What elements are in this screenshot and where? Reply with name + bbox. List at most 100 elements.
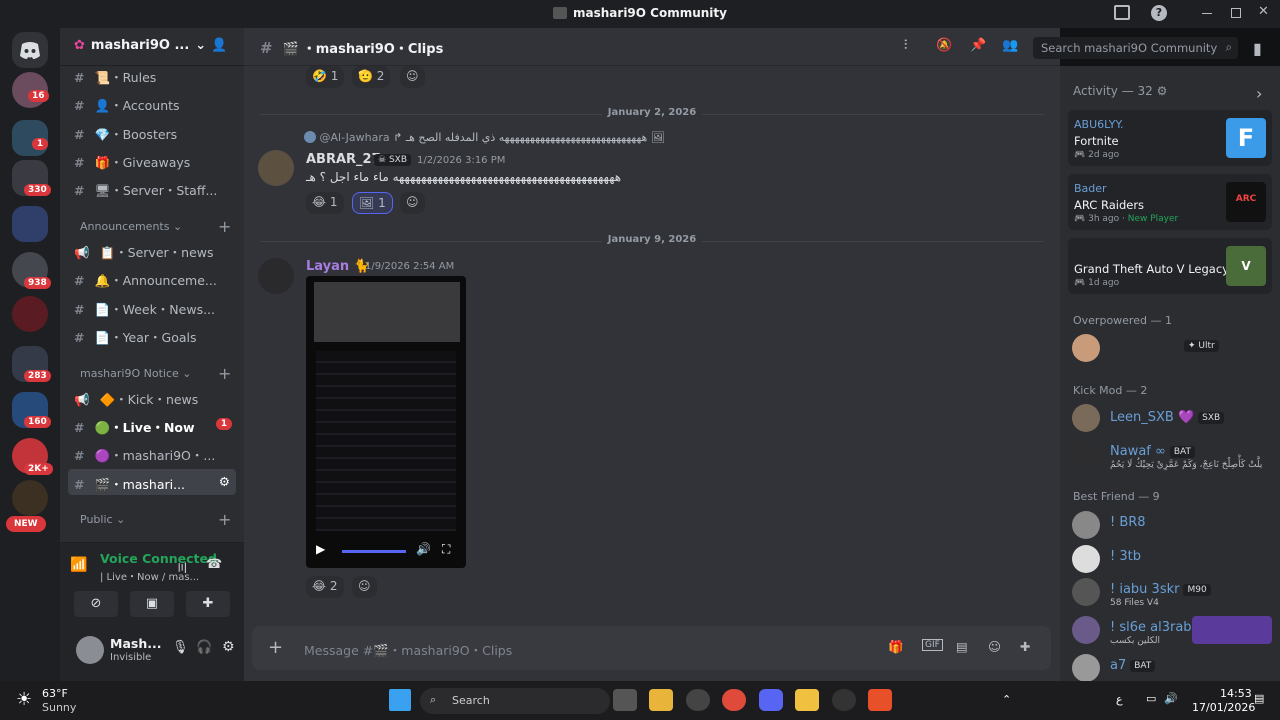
add-reaction-button[interactable]: ☺ [400,66,425,88]
channel-server-staff[interactable]: # 🖥・Server・Staff... [68,175,236,201]
member-item[interactable]: ! 3tb [1072,543,1272,575]
channel-announcements[interactable]: # 🔔・Announceme... [68,265,236,291]
reaction[interactable]: 😂 2 [306,576,344,598]
activities-button[interactable]: ✚ [186,591,230,617]
video-progress[interactable] [342,550,406,553]
channel-giveaways[interactable]: # 🎁・Giveaways [68,147,236,173]
taskbar-search[interactable]: ⌕ Search [420,688,610,714]
maximize-icon[interactable] [1231,8,1241,18]
message-author[interactable]: ABRAR_27 [306,152,381,167]
wifi-icon[interactable]: ▭ [1146,692,1156,705]
channel-mashari-notice[interactable]: # 🟣・mashari9O・... [68,440,236,466]
activity-card[interactable]: Bader ARC Raiders 🎮 3h ago · New Player … [1068,174,1272,230]
headphones-icon[interactable]: 🎧 [196,640,212,655]
invite-icon[interactable]: 👤 [211,38,227,53]
pin-icon[interactable]: 📌 [970,38,986,53]
member-item[interactable]: a7 BAT [1072,652,1272,681]
guild-tag[interactable]: ☠ SXB [374,154,412,166]
avatar[interactable] [258,150,294,186]
play-icon[interactable]: ▶ [316,542,325,556]
weather-icon[interactable]: ☀ [16,689,32,710]
chevron-right-icon[interactable]: › [1256,84,1262,103]
reaction[interactable]: 🫡 2 [352,66,391,88]
activity-card[interactable]: Grand Theft Auto V Legacy 🎮 1d ago V [1068,238,1272,294]
member-list-icon[interactable]: 👥 [1002,38,1018,53]
server-folder-icon[interactable] [12,206,48,242]
fullscreen-icon[interactable]: ⛶ [442,542,450,557]
channel-week-news[interactable]: # 📄・Week・News... [68,294,236,320]
notification-icon[interactable]: ▤ [1254,692,1264,705]
language-indicator[interactable]: ع [1116,693,1123,706]
add-reaction-button[interactable]: ☺ [400,192,425,214]
member-item[interactable]: ! sl6e al3rab الكلين بكسب [1072,614,1272,646]
clock-time[interactable]: 14:53 [1220,687,1252,700]
mute-bell-icon[interactable]: 🔕 [936,38,952,53]
user-name[interactable]: Mash... [110,636,161,651]
inbox-icon[interactable] [1114,5,1130,20]
brave-icon[interactable] [868,689,892,711]
disconnect-icon[interactable]: ☎ [206,557,222,572]
chrome-icon[interactable] [722,689,746,711]
reply-preview[interactable]: @Al-Jawhara ↱ هههههههههههههههههههههههههه… [304,131,665,144]
minimize-icon[interactable] [1202,13,1212,14]
discord-home-icon[interactable] [12,32,48,68]
category-announcements[interactable]: Announcements ⌄ [80,220,182,233]
file-explorer-icon[interactable] [649,689,673,711]
camera-button[interactable]: ⊘ [74,591,118,617]
inbox-icon[interactable]: ▮ [1253,39,1262,58]
discord-taskbar-icon[interactable] [759,689,783,711]
video-attachment[interactable]: ▶ 🔊 ⛶ [306,276,466,568]
add-channel-icon[interactable]: + [218,217,231,236]
reaction[interactable]: 😂 1 [306,192,344,214]
message-input[interactable]: + Message #🎬・mashari9O・Clips 🎁 GIF ▤ ☺ ✚ [252,626,1051,670]
server-icon[interactable] [12,296,48,332]
threads-icon[interactable]: ⫶ [904,38,907,53]
volume-icon[interactable]: 🔊 [1164,692,1178,705]
channel-rules[interactable]: # 📜・Rules [68,62,236,88]
channel-boosters[interactable]: # 💎・Boosters [68,119,236,145]
add-channel-icon[interactable]: + [218,510,231,529]
volume-icon[interactable]: 🔊 [416,542,431,556]
apps-icon[interactable]: ✚ [1020,639,1030,654]
member-item[interactable]: ✦ Ultr [1072,332,1272,364]
category-public[interactable]: Public ⌄ [80,513,125,526]
gif-icon[interactable]: GIF [922,639,943,651]
search-input[interactable]: Search mashari9O Community ⌕ [1033,37,1238,59]
add-channel-icon[interactable]: + [218,364,231,383]
add-attachment-icon[interactable]: + [268,637,283,658]
chevron-up-icon[interactable]: ⌃ [1002,693,1011,706]
noise-suppression-icon[interactable]: 〣 [176,559,188,576]
steam-icon[interactable] [832,689,856,711]
avatar[interactable] [258,258,294,294]
reaction[interactable]: 🤣 1 [306,66,345,88]
gift-icon[interactable]: 🎁 [888,639,904,655]
category-notice[interactable]: mashari9O Notice ⌄ [80,367,192,380]
member-item[interactable]: ! BR8 [1072,509,1272,541]
activity-card[interactable]: ABU6LYY. Fortnite 🎮 2d ago F [1068,110,1272,166]
server-header[interactable]: ✿ mashari9O ... ⌄ 👤 [60,28,244,66]
screen-share-button[interactable]: ▣ [130,591,174,617]
help-icon[interactable]: ? [1151,5,1167,21]
mic-icon[interactable]: 🎙 [172,640,189,655]
weather-temp[interactable]: 63°F [42,687,68,700]
channel-live-now[interactable]: # 🟢・Live・Now [68,412,236,438]
reaction[interactable]: 🖼 1 [352,192,393,214]
clock-date[interactable]: 17/01/2026 [1192,701,1255,714]
task-view-icon[interactable] [613,689,637,711]
channel-year-goals[interactable]: # 📄・Year・Goals [68,322,236,348]
message-author[interactable]: Layan 🐈 [306,259,370,274]
start-button[interactable] [389,689,411,711]
gear-icon[interactable]: ⚙ [219,474,230,489]
channel-server-news[interactable]: 📢 📋・Server・news [68,237,236,263]
notes-icon[interactable] [795,689,819,711]
emoji-icon[interactable]: ☺ [988,639,1001,654]
settings-gear-icon[interactable]: ⚙ [222,639,235,655]
avatar[interactable] [76,636,104,664]
sticker-icon[interactable]: ▤ [956,639,968,654]
server-icon[interactable] [12,480,48,516]
member-item[interactable]: ! iabu 3skr M90 58 Files V4 [1072,576,1272,608]
member-item[interactable]: Leen_SXB 💜 SXB [1072,402,1272,434]
member-item[interactable]: Nawaf ∞ BAT يلَّتْ كَأْصِلْحَ نَاعِجْ، وَك… [1072,438,1272,470]
add-reaction-button[interactable]: ☺ [352,576,377,598]
channel-mashari-clips[interactable]: # 🎬・mashari... ⚙ [68,469,236,495]
